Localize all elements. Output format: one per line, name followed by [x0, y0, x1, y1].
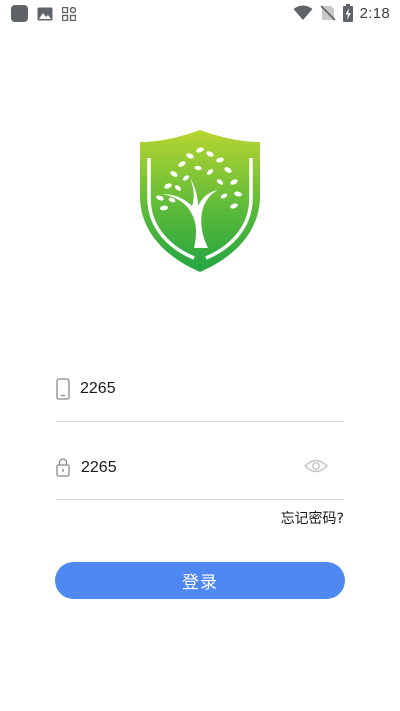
phone-field[interactable]	[56, 368, 344, 422]
password-field[interactable]	[56, 446, 344, 500]
phone-icon	[56, 378, 70, 400]
eye-icon[interactable]	[304, 458, 328, 474]
forgot-password-link[interactable]: 忘记密码?	[281, 508, 344, 528]
lock-icon	[56, 458, 70, 477]
shield-tree-logo	[140, 130, 260, 272]
status-bar: 2:18	[0, 0, 400, 28]
status-left-icons	[11, 5, 76, 22]
app-square-icon	[11, 5, 28, 22]
login-button[interactable]: 登录	[55, 562, 345, 599]
password-input[interactable]	[81, 455, 301, 481]
no-sim-icon	[320, 5, 336, 21]
status-time: 2:18	[359, 4, 390, 22]
battery-charging-icon	[342, 4, 353, 22]
grid-icon	[62, 6, 76, 21]
phone-input[interactable]	[80, 376, 300, 402]
image-icon	[37, 7, 53, 20]
wifi-icon	[293, 5, 313, 20]
status-right-icons: 2:18	[293, 4, 390, 22]
